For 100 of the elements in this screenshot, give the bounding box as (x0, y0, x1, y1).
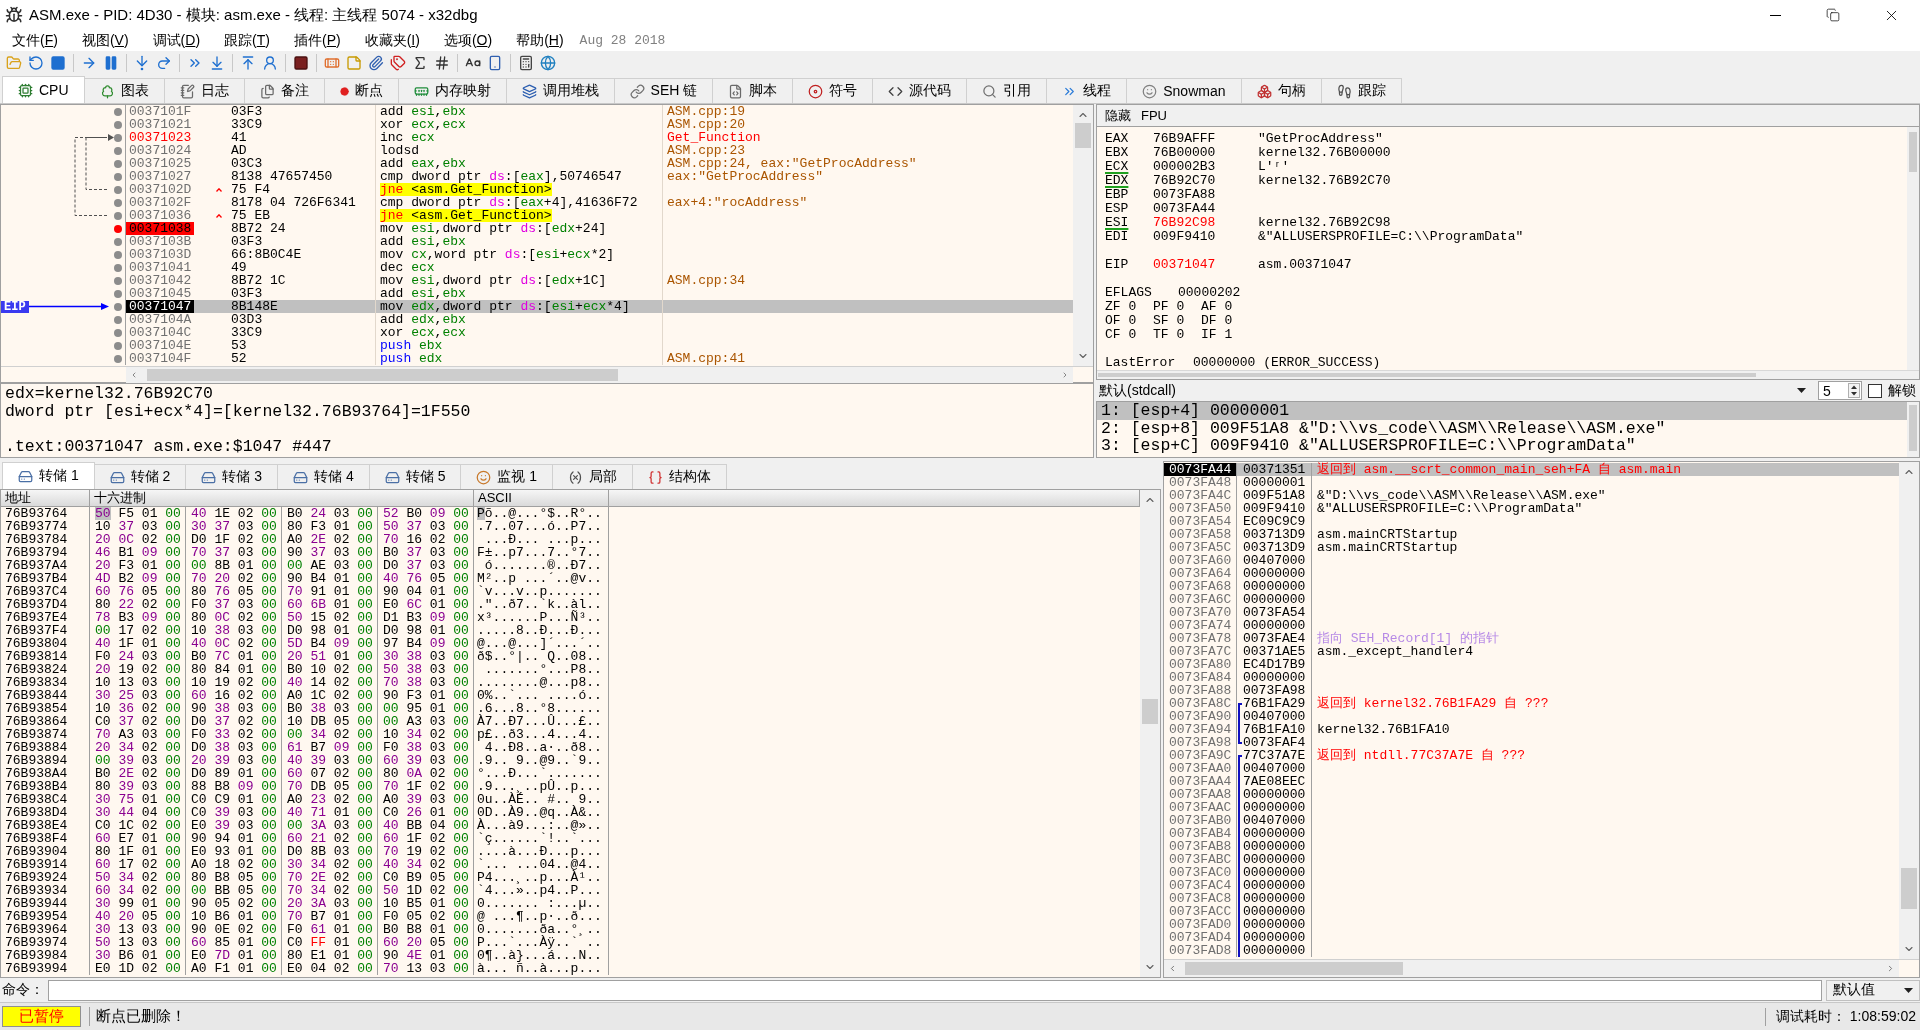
stack-row[interactable]: 0073FA98 0073FAF4 (1164, 736, 1899, 749)
register-value[interactable]: 76B92C70 (1153, 173, 1216, 188)
menu-item[interactable]: 跟踪(T) (212, 31, 282, 50)
dot-icon[interactable] (114, 211, 122, 220)
vertical-scrollbar[interactable] (1907, 127, 1919, 370)
stack-row[interactable]: 0073FAD8 00000000 (1164, 944, 1899, 957)
menu-item[interactable]: 插件(P) (281, 31, 353, 50)
stack-row[interactable]: 0073FA7C 00371AE5 asm._except_handler4 (1164, 645, 1899, 658)
register-value[interactable]: 76B92C98 (1153, 215, 1216, 230)
code-row[interactable]: EIP 00371047 8B148E mov edx,dword ptr ds:[esi+ecx*4] (1, 300, 1073, 313)
stack-row[interactable]: 0073FA80 EC4D17B9 (1164, 658, 1899, 671)
flag-value[interactable]: 0 (1224, 314, 1233, 328)
dot-icon[interactable] (114, 315, 122, 324)
stack-row[interactable]: 0073FA84 00000000 (1164, 671, 1899, 684)
vertical-scrollbar[interactable] (1899, 462, 1919, 959)
stack-row[interactable]: 0073FABC 00000000 (1164, 853, 1899, 866)
horizontal-scrollbar[interactable] (1164, 960, 1899, 977)
scrollbar-thumb[interactable] (147, 369, 618, 381)
column-header[interactable]: ASCII (474, 490, 609, 506)
tab[interactable]: 转储 1 (2, 462, 95, 489)
stack-row[interactable]: 0073FA68 00000000 (1164, 580, 1899, 593)
vertical-scrollbar[interactable] (1907, 402, 1919, 457)
stack-row[interactable]: 0073FAA4 7AE08EEC (1164, 775, 1899, 788)
dot-icon[interactable] (114, 263, 122, 272)
tab[interactable]: CPU (2, 76, 85, 103)
dot-icon[interactable] (114, 146, 122, 155)
dot-icon[interactable] (114, 107, 122, 116)
stack-row[interactable]: 0073FAD4 00000000 (1164, 931, 1899, 944)
tab[interactable]: 结构体 (632, 464, 728, 489)
dot-icon[interactable] (114, 198, 122, 207)
scrollbar-thumb[interactable] (1185, 962, 1403, 975)
dot-icon[interactable] (114, 354, 122, 363)
scrollbar-thumb[interactable] (1075, 123, 1091, 148)
register-value[interactable]: 00000202 (1178, 286, 1241, 300)
flag-value[interactable]: 0 (1128, 300, 1137, 314)
stack-row[interactable]: 0073FA5C 003713D9 asm.mainCRTStartup (1164, 541, 1899, 554)
dot-icon[interactable] (114, 172, 122, 181)
flag-value[interactable]: 0 (1224, 300, 1233, 314)
column-header[interactable]: 地址 (1, 490, 90, 506)
dot-icon[interactable] (114, 120, 122, 129)
stack-row[interactable]: 0073FA44 00371351 返回到 asm.__scrt_common_main_seh+FA 自 asm.main (1164, 463, 1899, 476)
stack-row[interactable]: 0073FA48 00000001 (1164, 476, 1899, 489)
scrollbar-thumb[interactable] (1909, 132, 1917, 172)
stack-row[interactable]: 0073FA88 0073FA98 (1164, 684, 1899, 697)
stack-row[interactable]: 0073FA64 00000000 (1164, 567, 1899, 580)
menu-item[interactable]: 文件(F) (0, 31, 70, 50)
stack-row[interactable]: 0073FACC 00000000 (1164, 905, 1899, 918)
scrollbar-thumb[interactable] (1909, 405, 1917, 451)
argument-item[interactable]: 3: [esp+C] 009F9410 &"ALLUSERSPROFILE=C:\\ProgramData" (1097, 437, 1907, 455)
flag-value[interactable]: 1 (1224, 328, 1233, 342)
horizontal-scrollbar[interactable] (126, 367, 1073, 383)
flag-value[interactable]: 0 (1128, 328, 1137, 342)
argument-item[interactable]: 1: [esp+4] 00000001 (1097, 402, 1907, 420)
dot-icon[interactable] (114, 328, 122, 337)
stack-row[interactable]: 0073FA8C 76B1FA29 返回到 kernel32.76B1FA29 自 ??? (1164, 697, 1899, 710)
command-field[interactable] (48, 979, 1822, 1001)
tab[interactable]: 跟踪 (1320, 78, 1402, 103)
chevron-left-icon[interactable] (130, 371, 138, 379)
menu-item[interactable]: 选项(O) (431, 31, 505, 50)
checkbox[interactable] (1868, 383, 1882, 398)
column-header[interactable]: 十六进制 (90, 490, 474, 506)
dot-icon[interactable] (114, 133, 122, 142)
stack-row[interactable]: 0073FAD0 00000000 (1164, 918, 1899, 931)
stack-row[interactable]: 0073FAAC 00000000 (1164, 801, 1899, 814)
fpu-button[interactable]: FPU (1138, 106, 1170, 125)
register-value[interactable]: 76B00000 (1153, 145, 1216, 160)
stack-row[interactable]: 0073FAC4 00000000 (1164, 879, 1899, 892)
count-spinbox[interactable]: 5 (1818, 381, 1862, 400)
scrollbar-thumb[interactable] (1142, 699, 1158, 724)
horizontal-scrollbar[interactable] (1097, 371, 1919, 379)
argument-item[interactable]: 2: [esp+8] 009F51A8 &"D:\\vs_code\\ASM\\Release\\ASM.exe" (1097, 419, 1907, 437)
stack-row[interactable]: 0073FAB4 00000000 (1164, 827, 1899, 840)
stack-row[interactable]: 0073FA78 0073FAE4 指向 SEH_Record[1] 的指针 (1164, 632, 1899, 645)
flag-value[interactable]: 0 (1176, 314, 1185, 328)
flag-value[interactable]: 0 (1176, 300, 1185, 314)
flag-value[interactable]: 0 (1176, 328, 1185, 342)
vertical-scrollbar[interactable] (1140, 490, 1160, 977)
register-value[interactable]: 009F9410 (1153, 229, 1216, 244)
scrollbar-thumb[interactable] (1098, 373, 1756, 377)
spin-arrows-icon[interactable] (1848, 383, 1860, 398)
stack-row[interactable]: 0073FA9C 77C37A7E 返回到 ntdll.77C37A7E 自 ??? (1164, 749, 1899, 762)
stack-row[interactable]: 0073FAB8 00000000 (1164, 840, 1899, 853)
stack-row[interactable]: 0073FA58 003713D9 asm.mainCRTStartup (1164, 528, 1899, 541)
dot-icon[interactable] (114, 276, 122, 285)
dot-icon[interactable] (114, 250, 122, 259)
menu-item[interactable]: 帮助(H) (504, 31, 576, 50)
code-row[interactable]: 00371038 8B72 24 mov esi,dword ptr ds:[edx+24] (1, 222, 1073, 235)
stack-row[interactable]: 0073FAA8 00000000 (1164, 788, 1899, 801)
dot-icon[interactable] (114, 159, 122, 168)
chevron-right-icon[interactable] (1886, 964, 1895, 973)
stack-row[interactable]: 0073FA70 0073FA54 (1164, 606, 1899, 619)
code-row[interactable]: 00371036 75 EB jne <asm.Get_Function> (1, 209, 1073, 222)
dot-icon[interactable] (114, 289, 122, 298)
register-value[interactable]: 0073FA44 (1153, 201, 1216, 216)
stack-row[interactable]: 0073FA4C 009F51A8 &"D:\\vs_code\\ASM\\Release\\ASM.exe" (1164, 489, 1899, 502)
stack-row[interactable]: 0073FAA0 00407000 (1164, 762, 1899, 775)
stack-row[interactable]: 0073FA54 EC09C9C9 (1164, 515, 1899, 528)
menu-item[interactable]: 调试(D) (140, 31, 213, 50)
register-value[interactable]: 76B9AFFF (1153, 131, 1216, 146)
stack-row[interactable]: 0073FAB0 00407000 (1164, 814, 1899, 827)
